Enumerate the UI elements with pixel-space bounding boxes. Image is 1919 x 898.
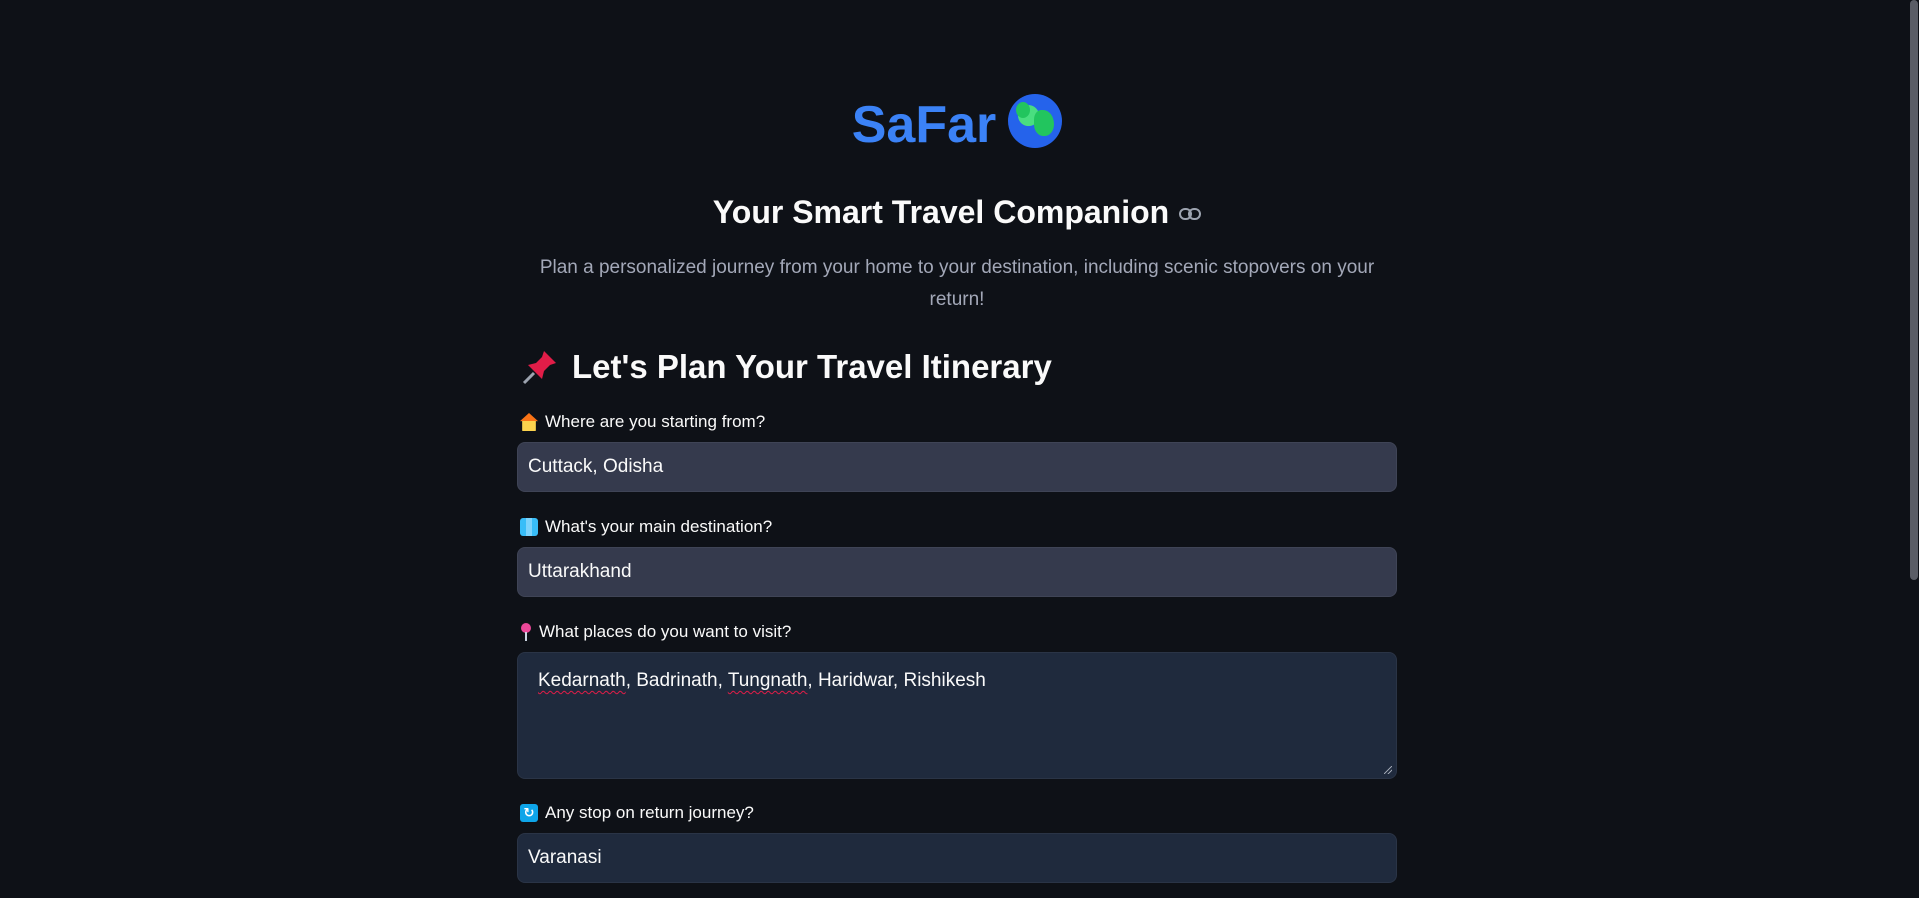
start-label: Where are you starting from? [520,411,765,433]
destination-input[interactable]: Uttarakhand [517,547,1397,597]
text-segment: , [625,670,637,691]
spellcheck-word: Kedarnath [538,670,626,691]
return-stop-input[interactable]: Varanasi [517,833,1397,883]
section-heading-text: Let's Plan Your Travel Itinerary [572,348,1052,385]
text-segment: Badrinath [636,670,718,691]
house-icon [520,413,538,431]
description-line: Plan a personalized journey from your ho… [539,257,1375,278]
pushpin-icon [520,347,560,387]
start-input[interactable]: Cuttack, Odisha [517,442,1397,492]
subtitle-text: Your Smart Travel Companion [712,194,1170,230]
page-description: Plan a personalized journey from your ho… [537,252,1377,316]
anchor-link-icon[interactable] [1179,188,1202,232]
app-title-text: SaFar [851,96,997,154]
scrollbar-thumb[interactable] [1910,0,1918,580]
round-pushpin-icon [520,623,532,641]
description-line: return! [929,289,985,310]
app-title: SaFar [517,92,1397,158]
destination-label-text: What's your main destination? [545,517,773,536]
start-label-text: Where are you starting from? [545,412,766,431]
section-heading: Let's Plan Your Travel Itinerary [520,345,1052,389]
map-icon [520,518,538,536]
return-stop-label: ↻ Any stop on return journey? [520,802,754,824]
app-page: SaFar Your Smart Travel Companion Plan a… [0,0,1919,898]
spellcheck-word: Tungnath [727,670,808,691]
text-segment: , [717,670,728,691]
resize-handle-icon[interactable] [1384,766,1392,774]
destination-label: What's your main destination? [520,516,772,538]
places-textarea[interactable]: Kedarnath, Badrinath, Tungnath, Haridwar… [517,652,1397,779]
places-label: What places do you want to visit? [520,621,791,643]
scrollbar-track[interactable] [1908,0,1919,898]
places-label-text: What places do you want to visit? [539,622,792,641]
refresh-icon: ↻ [520,804,538,822]
return-stop-label-text: Any stop on return journey? [545,803,754,822]
text-segment: , Haridwar, Rishikesh [807,670,986,691]
page-subtitle: Your Smart Travel Companion [517,188,1397,234]
globe-icon [1008,94,1063,148]
